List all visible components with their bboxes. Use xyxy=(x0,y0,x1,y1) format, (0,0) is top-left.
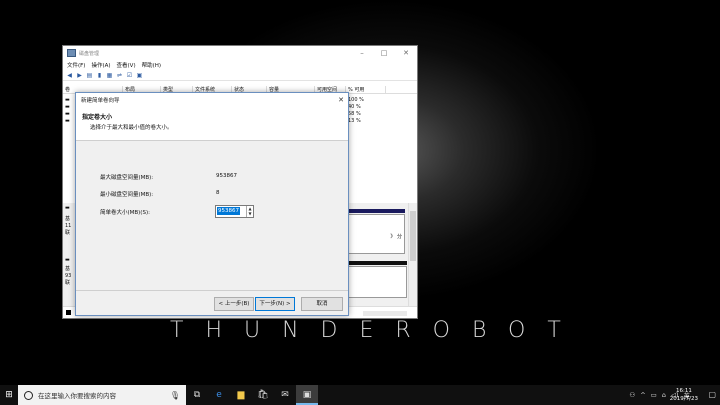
properties-icon[interactable]: ▦ xyxy=(106,72,113,79)
percent-free-cell: 58 % xyxy=(348,111,361,117)
minimize-button[interactable]: – xyxy=(351,49,373,57)
unallocated-block[interactable] xyxy=(345,266,407,298)
back-button[interactable]: < 上一步(B) xyxy=(214,297,254,311)
wizard-divider xyxy=(76,290,348,291)
clock-time: 16:11 xyxy=(675,388,692,394)
taskbar: ⊞ 在这里输入你要搜索的内容 🎙 ⧉ e ▆ 🛍 ✉ ▣ ⚇ ^ ▭ ⌂ ◁) … xyxy=(0,385,720,405)
maximize-button[interactable]: □ xyxy=(373,49,395,57)
column-percent-free[interactable]: % 可用 xyxy=(346,86,386,93)
disk-1-icon: ▬ xyxy=(65,257,70,263)
microphone-icon[interactable]: 🎙 xyxy=(170,391,180,400)
clock[interactable]: 16:11 2019/7/23 xyxy=(670,387,698,403)
connect-icon[interactable]: ⇌ xyxy=(116,72,123,79)
volume-row-icon[interactable]: ▬ xyxy=(65,111,73,117)
volume-size-spinbox[interactable]: 953867 ▲ ▼ xyxy=(215,205,254,218)
clock-date: 2019/7/23 xyxy=(669,396,698,402)
mail-icon[interactable]: ✉ xyxy=(274,385,296,405)
partition-bar xyxy=(345,209,405,213)
battery-icon[interactable]: ▭ xyxy=(651,391,657,399)
wizard-close-button[interactable]: ✕ xyxy=(334,96,348,104)
show-hidden-icons[interactable]: ^ xyxy=(640,391,645,399)
wizard-titlebar: 新建简单卷向导 ✕ xyxy=(76,93,348,106)
network-icon[interactable]: ⌂ xyxy=(662,391,666,399)
menu-help[interactable]: 帮助(H) xyxy=(142,61,161,69)
legend-unallocated-swatch xyxy=(66,310,71,315)
people-icon[interactable]: ⚇ xyxy=(629,391,635,399)
taskbar-search-box[interactable]: 在这里输入你要搜索的内容 🎙 xyxy=(18,385,186,405)
partition-block[interactable]: 》 分 xyxy=(345,214,405,254)
list-view-icon[interactable]: ▤ xyxy=(86,72,93,79)
disk-1-label[interactable]: 基 93 联 xyxy=(65,266,71,287)
search-placeholder: 在这里输入你要搜索的内容 xyxy=(38,392,116,400)
max-space-value: 953867 xyxy=(216,173,237,179)
volume-row-icon[interactable]: ▬ xyxy=(65,97,73,103)
menu-action[interactable]: 操作(A) xyxy=(91,61,110,69)
check-icon[interactable]: ☑ xyxy=(126,72,133,79)
brand-logo-text: THUNDEROBOT xyxy=(170,318,583,343)
disk-0-icon: ▬ xyxy=(65,205,70,211)
next-button[interactable]: 下一步(N) > xyxy=(255,297,295,311)
task-view-icon[interactable]: ⧉ xyxy=(186,385,208,405)
back-arrow-icon[interactable]: ◀ xyxy=(66,72,73,79)
forward-arrow-icon[interactable]: ▶ xyxy=(76,72,83,79)
min-space-label: 最小磁盘空间量(MB): xyxy=(100,192,154,198)
menu-view[interactable]: 查看(V) xyxy=(117,61,136,69)
disk-0-label[interactable]: 基 11 联 xyxy=(65,216,71,237)
toolbar: ◀ ▶ ▤ ▮ ▦ ⇌ ☑ ▣ xyxy=(63,70,417,81)
vertical-scrollbar[interactable] xyxy=(408,203,417,306)
window-titlebar: 磁盘管理 – □ ✕ xyxy=(63,46,417,60)
window-title: 磁盘管理 xyxy=(79,50,100,57)
spin-down-icon[interactable]: ▼ xyxy=(247,211,253,216)
menu-bar: 文件(F) 操作(A) 查看(V) 帮助(H) xyxy=(63,60,417,70)
spin-arrows[interactable]: ▲ ▼ xyxy=(246,206,253,217)
wizard-heading: 指定卷大小 xyxy=(82,114,113,121)
volume-row-icon[interactable]: ▬ xyxy=(65,118,73,124)
edge-browser-icon[interactable]: e xyxy=(208,385,230,405)
new-simple-volume-wizard: 新建简单卷向导 ✕ 指定卷大小 选择介于最大和最小值的卷大小。 最大磁盘空间量(… xyxy=(75,92,349,316)
store-icon[interactable]: 🛍 xyxy=(252,385,274,405)
percent-free-cell: 40 % xyxy=(348,104,361,110)
disk-management-taskbar-icon[interactable]: ▣ xyxy=(296,385,318,405)
file-explorer-icon[interactable]: ▆ xyxy=(230,385,252,405)
cancel-button[interactable]: 取消 xyxy=(301,297,343,311)
horizontal-scrollbar[interactable] xyxy=(363,311,407,316)
scrollbar-thumb[interactable] xyxy=(410,211,416,261)
percent-free-cell: 100 % xyxy=(348,97,364,103)
wizard-header: 指定卷大小 选择介于最大和最小值的卷大小。 xyxy=(76,106,348,141)
unallocated-bar xyxy=(345,261,407,265)
start-button[interactable]: ⊞ xyxy=(0,385,18,405)
close-button[interactable]: ✕ xyxy=(395,49,417,57)
percent-free-cell: 13 % xyxy=(348,118,361,124)
volume-size-label: 简单卷大小(MB)(S): xyxy=(100,210,150,216)
menu-file[interactable]: 文件(F) xyxy=(67,61,85,69)
volume-row-icon[interactable]: ▬ xyxy=(65,104,73,110)
min-space-value: 8 xyxy=(216,190,220,196)
cortana-icon xyxy=(24,390,33,400)
volume-size-input[interactable]: 953867 xyxy=(217,207,240,215)
windows-logo-icon: ⊞ xyxy=(5,390,13,400)
grid-icon[interactable]: ▣ xyxy=(136,72,143,79)
wizard-subheading: 选择介于最大和最小值的卷大小。 xyxy=(90,125,173,131)
wizard-title: 新建简单卷向导 xyxy=(81,97,120,104)
help-icon[interactable]: ▮ xyxy=(96,72,103,79)
disk-management-icon xyxy=(67,49,76,57)
action-center-icon[interactable]: ▢ xyxy=(708,390,716,399)
max-space-label: 最大磁盘空间量(MB): xyxy=(100,175,154,181)
